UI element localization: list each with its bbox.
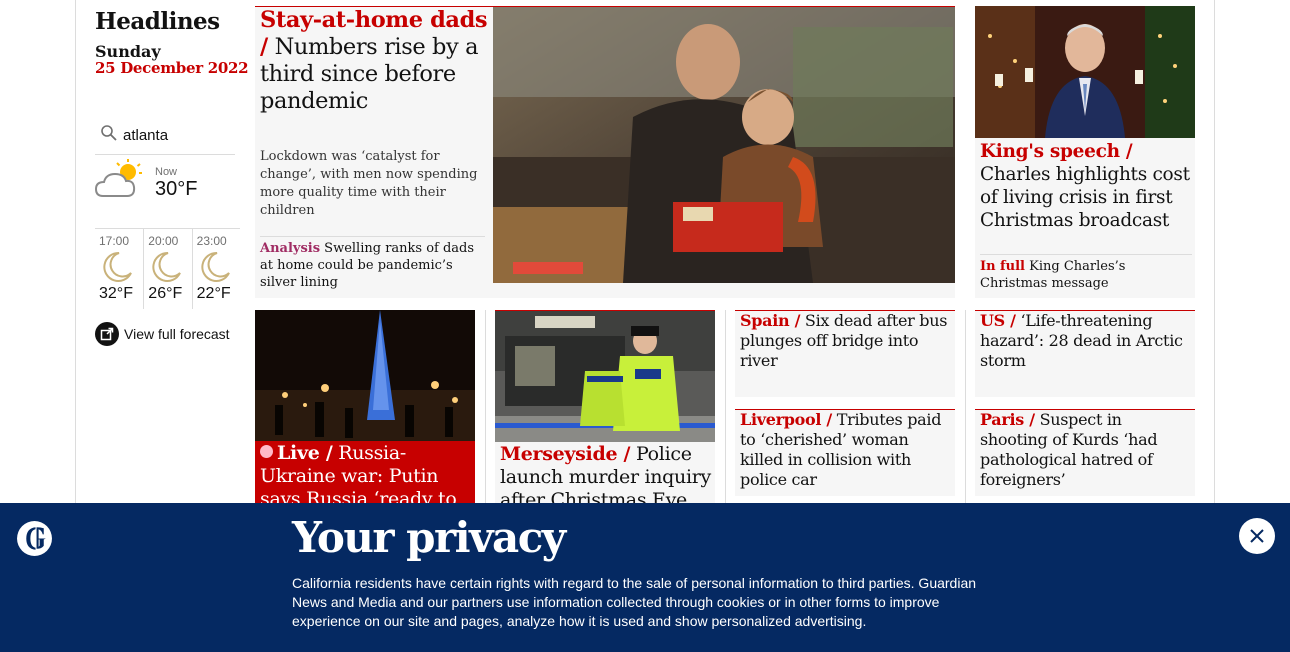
paris-kicker: Paris / [980,410,1035,429]
lead-text: Stay-at-home dads / Numbers rise by a th… [260,7,488,115]
paris-headline[interactable]: Paris / Suspect in shooting of Kurds ‘ha… [980,410,1192,490]
live-kicker: Live / [277,442,333,464]
liverpool-story[interactable]: Liverpool / Tributes paid to ‘cherished’… [735,409,955,496]
merseyside-headline[interactable]: Merseyside / Police launch murder inquir… [500,443,712,512]
weather-now-temp: 30°F [155,178,198,200]
forecast-item: 20:00 26°F [143,229,191,309]
merseyside-kicker: Merseyside / [500,443,631,465]
king-speech-story[interactable]: King's speech / Charles highlights cost … [975,6,1195,298]
column-divider [965,310,966,510]
lead-sublink[interactable]: Analysis Swelling ranks of dads at home … [260,236,485,291]
king-sublink[interactable]: In full King Charles’s Christmas message [980,254,1192,292]
forecast-temp: 32°F [99,285,133,302]
live-headline[interactable]: Live / Russia-Ukraine war: Putin says Ru… [260,442,472,511]
forecast-time: 17:00 [99,234,130,248]
lead-story[interactable]: Stay-at-home dads / Numbers rise by a th… [255,6,955,298]
forecast-link-label: View full forecast [124,326,230,342]
lead-kicker: Stay-at-home dads [260,7,488,33]
king-headline[interactable]: King's speech / Charles highlights cost … [980,140,1192,232]
live-dot-icon [260,445,273,458]
weather-now-label: Now [155,166,178,178]
privacy-banner: Your privacy California residents have c… [0,503,1290,652]
forecast-item: 17:00 32°F [95,229,143,309]
lead-headline-text: Numbers rise by a third since before pan… [260,34,479,114]
spain-headline[interactable]: Spain / Six dead after bus plunges off b… [740,311,952,371]
lead-standfirst: Lockdown was ‘catalyst for change’, with… [260,149,478,218]
kicker-separator: / [260,34,268,60]
column-divider [725,310,726,510]
forecast-time: 20:00 [148,234,179,248]
weather-now: Now 30°F [95,158,240,226]
sublink-label: Analysis [260,241,321,256]
us-headline[interactable]: US / ‘Life-threatening hazard’: 28 dead … [980,311,1192,371]
column-divider [485,310,486,510]
lead-photo[interactable] [493,7,955,283]
merseyside-photo[interactable] [495,311,715,442]
live-photo[interactable] [255,310,475,441]
moon-icon [103,251,132,282]
privacy-text: California residents have certain rights… [292,575,977,629]
moon-icon [152,251,182,282]
guardian-logo-icon [17,521,52,556]
location-search [95,118,235,155]
external-link-icon [95,322,119,346]
date-full: 25 December 2022 [95,59,249,77]
location-input[interactable] [123,124,233,146]
close-privacy-button[interactable] [1239,518,1275,554]
liverpool-kicker: Liverpool / [740,410,832,429]
forecast-temp: 26°F [148,285,183,302]
close-icon [1250,529,1264,543]
lead-headline[interactable]: Stay-at-home dads / Numbers rise by a th… [260,7,488,115]
king-headline-text: Charles highlights cost of living crisis… [980,164,1190,231]
us-kicker: US / [980,311,1016,330]
sublink-label: In full [980,259,1025,274]
weather-forecast: 17:00 32°F 20:00 26°F 23:00 22°F [95,228,240,309]
forecast-time: 23:00 [196,234,227,248]
spain-story[interactable]: Spain / Six dead after bus plunges off b… [735,310,955,397]
king-kicker: King's speech / [980,141,1133,162]
view-full-forecast-link[interactable]: View full forecast [95,322,230,346]
partly-cloudy-icon [95,159,142,197]
forecast-temp: 22°F [196,285,231,302]
us-story[interactable]: US / ‘Life-threatening hazard’: 28 dead … [975,310,1195,397]
privacy-title: Your privacy [292,513,566,562]
king-photo[interactable] [975,6,1195,138]
live-russia-ukraine-story[interactable]: Live / Russia-Ukraine war: Putin says Ru… [255,310,475,510]
merseyside-story[interactable]: Merseyside / Police launch murder inquir… [495,310,715,512]
paris-story[interactable]: Paris / Suspect in shooting of Kurds ‘ha… [975,409,1195,496]
liverpool-headline[interactable]: Liverpool / Tributes paid to ‘cherished’… [740,410,952,490]
spain-kicker: Spain / [740,311,801,330]
search-icon [101,125,117,141]
page-title: Headlines [95,8,220,35]
forecast-item: 23:00 22°F [191,229,240,309]
moon-icon [201,251,230,282]
